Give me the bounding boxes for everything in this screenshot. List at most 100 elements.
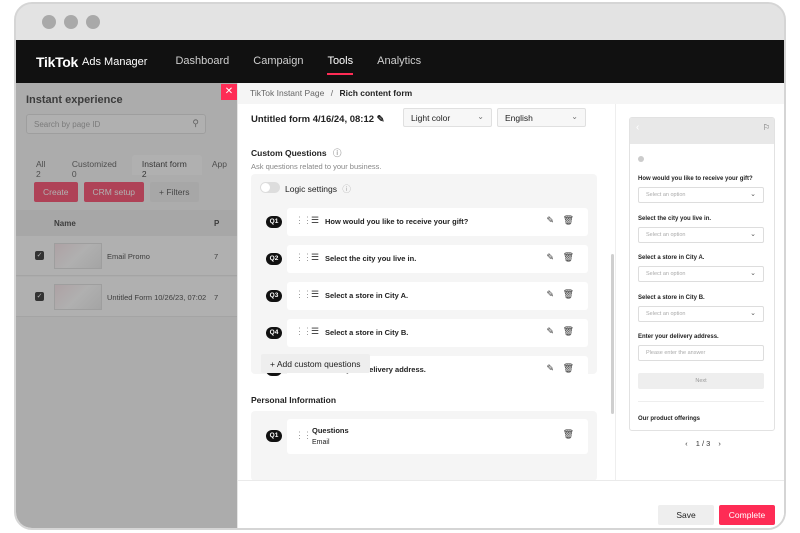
- breadcrumb-parent[interactable]: TikTok Instant Page: [250, 88, 324, 98]
- preview-placeholder: Please enter the answer: [646, 350, 706, 356]
- breadcrumb: TikTok Instant Page / Rich content form: [238, 83, 784, 104]
- theme-select[interactable]: Light color ⌄: [403, 108, 492, 127]
- window-dot-icon[interactable]: [64, 15, 78, 29]
- save-button[interactable]: Save: [658, 505, 714, 525]
- list-icon: ☰: [311, 289, 320, 299]
- add-custom-questions-label: Add custom questions: [276, 359, 361, 369]
- edit-icon[interactable]: ✎: [546, 252, 554, 263]
- form-preview: ‹ ⚐ How would you like to receive your g…: [615, 104, 784, 480]
- back-icon[interactable]: ‹: [636, 122, 639, 133]
- preview-next-button[interactable]: Next: [638, 373, 764, 389]
- question-subtitle: Email: [312, 439, 330, 446]
- question-badge: Q4: [266, 327, 282, 339]
- drag-handle-icon[interactable]: ⋮⋮: [295, 326, 312, 337]
- form-title[interactable]: Untitled form 4/16/24, 08:12 ✎: [251, 114, 385, 125]
- edit-icon[interactable]: ✎: [546, 215, 554, 226]
- preview-field-label: How would you like to receive your gift?: [638, 176, 753, 182]
- edit-icon[interactable]: ✎: [546, 289, 554, 300]
- add-custom-questions-button[interactable]: + Add custom questions: [261, 354, 370, 373]
- flag-icon[interactable]: ⚐: [763, 123, 770, 132]
- edit-icon[interactable]: ✎: [377, 114, 385, 125]
- divider: [638, 401, 764, 402]
- question-row[interactable]: Q1 ⋮⋮ ☰ How would you like to receive yo…: [251, 208, 597, 236]
- question-text: How would you like to receive your gift?: [325, 217, 469, 226]
- logic-settings-toggle[interactable]: [260, 182, 280, 193]
- breadcrumb-current: Rich content form: [339, 88, 413, 98]
- edit-icon[interactable]: ✎: [546, 326, 554, 337]
- form-column: Untitled form 4/16/24, 08:12 ✎ Light col…: [238, 104, 615, 480]
- preview-select[interactable]: Select an option ⌄: [638, 266, 764, 282]
- question-text: Select a store in City B.: [325, 328, 409, 337]
- theme-select-value: Light color: [411, 113, 451, 123]
- tiktok-logo[interactable]: TikTok: [36, 54, 78, 70]
- edit-icon[interactable]: ✎: [546, 363, 554, 374]
- window-titlebar: [16, 4, 784, 40]
- trash-icon[interactable]: 🗑: [563, 363, 574, 374]
- list-icon: ☰: [311, 215, 320, 225]
- language-select-value: English: [505, 113, 533, 123]
- question-badge: Q3: [266, 290, 282, 302]
- drag-handle-icon[interactable]: ⋮⋮: [295, 252, 312, 263]
- chevron-right-icon[interactable]: ›: [718, 439, 721, 448]
- complete-button[interactable]: Complete: [719, 505, 775, 525]
- preview-placeholder: Select an option: [646, 192, 686, 198]
- chevron-down-icon: ⌄: [750, 310, 756, 317]
- question-card[interactable]: ⋮⋮ ☰ How would you like to receive your …: [287, 208, 588, 236]
- nav-dashboard[interactable]: Dashboard: [175, 40, 229, 83]
- dim-overlay[interactable]: [16, 83, 237, 528]
- preview-select[interactable]: Select an option ⌄: [638, 227, 764, 243]
- help-icon[interactable]: ⓘ: [333, 148, 342, 158]
- preview-placeholder: Select an option: [646, 271, 686, 277]
- app: TikTok Ads Manager Dashboard Campaign To…: [16, 40, 784, 528]
- form-editor-drawer: TikTok Instant Page / Rich content form …: [237, 83, 784, 528]
- nav-analytics[interactable]: Analytics: [377, 40, 421, 83]
- preview-offerings-title: Our product offerings: [638, 416, 700, 422]
- question-card[interactable]: ⋮⋮ ☰ Select a store in City B. ✎ 🗑: [287, 319, 588, 347]
- custom-questions-title: Custom Questions ⓘ: [251, 147, 341, 159]
- trash-icon[interactable]: 🗑: [563, 215, 574, 226]
- page-indicator: 1 / 3: [695, 439, 711, 448]
- window-dot-icon[interactable]: [86, 15, 100, 29]
- list-icon: ☰: [311, 326, 320, 336]
- window-dot-icon[interactable]: [42, 15, 56, 29]
- question-card[interactable]: ⋮⋮ Questions Email 🗑: [287, 419, 588, 454]
- question-row[interactable]: Q2 ⋮⋮ ☰ Select the city you live in. ✎ 🗑: [251, 245, 597, 273]
- trash-icon[interactable]: 🗑: [563, 429, 574, 440]
- question-card[interactable]: ⋮⋮ ☰ Select the city you live in. ✎ 🗑: [287, 245, 588, 273]
- preview-placeholder: Select an option: [646, 311, 686, 317]
- close-icon[interactable]: ✕: [221, 84, 237, 100]
- ads-manager-label: Ads Manager: [82, 55, 148, 68]
- drag-handle-icon[interactable]: ⋮⋮: [295, 215, 312, 226]
- preview-header: ‹ ⚐: [630, 118, 774, 144]
- nav-campaign[interactable]: Campaign: [253, 40, 303, 83]
- personal-information-panel: Q1 ⋮⋮ Questions Email 🗑: [251, 411, 597, 480]
- preview-field-label: Enter your delivery address.: [638, 334, 719, 340]
- question-badge: Q1: [266, 430, 282, 442]
- plus-icon: +: [270, 359, 277, 369]
- chevron-down-icon: ⌄: [750, 270, 756, 277]
- breadcrumb-separator: /: [330, 88, 334, 98]
- question-card[interactable]: ⋮⋮ ☰ Select a store in City A. ✎ 🗑: [287, 282, 588, 310]
- trash-icon[interactable]: 🗑: [563, 326, 574, 337]
- trash-icon[interactable]: 🗑: [563, 289, 574, 300]
- personal-information-title: Personal Information: [251, 395, 337, 405]
- drag-handle-icon[interactable]: ⋮⋮: [295, 430, 312, 441]
- help-icon[interactable]: ⓘ: [342, 184, 351, 194]
- preview-text-input[interactable]: Please enter the answer: [638, 345, 764, 361]
- chevron-down-icon: ⌄: [750, 191, 756, 198]
- question-row[interactable]: Q3 ⋮⋮ ☰ Select a store in City A. ✎ 🗑: [251, 282, 597, 310]
- nav-tools[interactable]: Tools: [327, 40, 353, 83]
- question-title: Questions: [312, 426, 349, 435]
- list-icon: ☰: [311, 252, 320, 262]
- drag-handle-icon[interactable]: ⋮⋮: [295, 289, 312, 300]
- question-row[interactable]: Q4 ⋮⋮ ☰ Select a store in City B. ✎ 🗑: [251, 319, 597, 347]
- chevron-left-icon[interactable]: ‹: [685, 439, 688, 448]
- preview-select[interactable]: Select an option ⌄: [638, 187, 764, 203]
- phone-preview: ‹ ⚐ How would you like to receive your g…: [629, 117, 775, 431]
- chevron-down-icon: ⌄: [750, 231, 756, 238]
- scrollbar[interactable]: [611, 254, 614, 414]
- preview-select[interactable]: Select an option ⌄: [638, 306, 764, 322]
- trash-icon[interactable]: 🗑: [563, 252, 574, 263]
- language-select[interactable]: English ⌄: [497, 108, 586, 127]
- question-row[interactable]: Q1 ⋮⋮ Questions Email 🗑: [251, 419, 597, 454]
